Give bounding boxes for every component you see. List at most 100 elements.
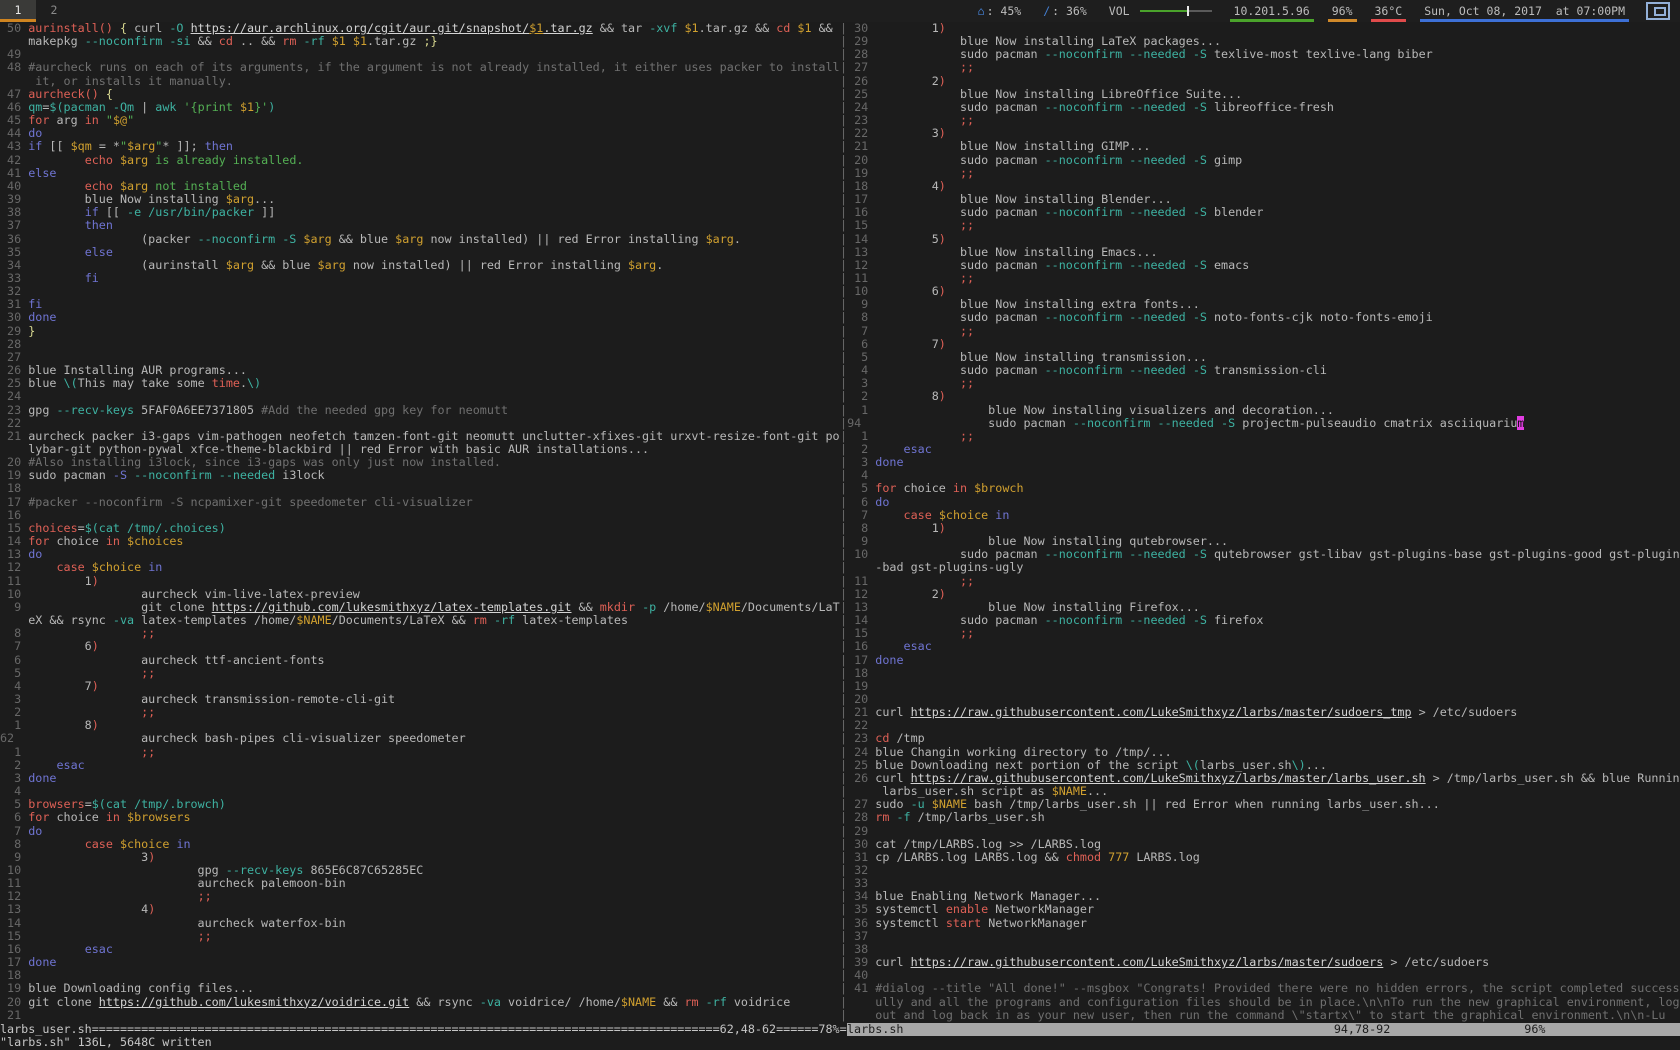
window-separator[interactable]: | (840, 113, 847, 127)
window-separator[interactable]: | (840, 521, 847, 535)
window-separator[interactable]: | (840, 403, 847, 417)
window-separator[interactable]: | (840, 626, 847, 640)
window-separator[interactable]: | (840, 718, 847, 732)
window-separator[interactable]: | (840, 824, 847, 838)
window-separator[interactable]: | (840, 205, 847, 219)
code-line[interactable]: | 15 ;; (840, 219, 1680, 232)
window-separator[interactable]: | (840, 600, 847, 614)
window-separator[interactable]: | (840, 758, 847, 772)
window-separator[interactable]: | (840, 376, 847, 390)
code-line[interactable]: 45 for arg in "$@" (0, 114, 847, 127)
code-line[interactable]: | 2 esac (840, 443, 1680, 456)
window-separator[interactable]: | (840, 942, 847, 956)
window-separator[interactable]: | (840, 968, 847, 982)
code-line[interactable]: | 7 ;; (840, 325, 1680, 338)
window-separator[interactable]: | (840, 74, 847, 88)
window-separator[interactable]: | (840, 153, 847, 167)
window-separator[interactable]: | (840, 981, 847, 995)
window-separator[interactable]: | (840, 34, 847, 48)
window-separator[interactable]: | (840, 508, 847, 522)
window-separator[interactable]: | (840, 337, 847, 351)
code-line[interactable]: 12 case $choice in (0, 561, 847, 574)
window-separator[interactable]: | (840, 139, 847, 153)
window-separator[interactable]: | (840, 297, 847, 311)
window-separator[interactable]: | (840, 679, 847, 693)
code-line[interactable]: 19 sudo pacman -S --noconfirm --needed i… (0, 469, 847, 482)
code-line[interactable]: | 32 (840, 864, 1680, 877)
window-separator[interactable]: | (840, 784, 847, 798)
window-separator[interactable]: | (840, 560, 847, 574)
code-line[interactable]: 20 git clone https://github.com/lukesmit… (0, 996, 847, 1009)
code-line[interactable]: it, or installs it manually. (0, 75, 847, 88)
window-separator[interactable]: | (840, 929, 847, 943)
window-separator[interactable]: | (840, 745, 847, 759)
window-separator[interactable]: | (840, 455, 847, 469)
window-separator[interactable]: | (840, 22, 847, 35)
code-line[interactable]: 2 esac (0, 759, 847, 772)
window-separator[interactable]: | (840, 495, 847, 509)
code-line[interactable]: | 21 curl https://raw.githubusercontent.… (840, 706, 1680, 719)
code-line[interactable]: 2 ;; (0, 706, 847, 719)
code-line[interactable]: 28 (0, 338, 847, 351)
window-separator[interactable]: | (840, 797, 847, 811)
workspace-button-1[interactable]: 1 (0, 0, 36, 22)
vim-pane-left[interactable]: 50 aurinstall() { curl -O https://aur.ar… (0, 22, 847, 1022)
code-line[interactable]: | 7 case $choice in (840, 509, 1680, 522)
window-separator[interactable]: | (840, 916, 847, 930)
code-line[interactable]: | 28 rm -f /tmp/larbs_user.sh (840, 811, 1680, 824)
window-separator[interactable]: | (840, 100, 847, 114)
code-line[interactable]: 23 gpg --recv-keys 5FAF0A6EE7371805 #Add… (0, 404, 847, 417)
code-line[interactable]: 29 } (0, 325, 847, 338)
code-line[interactable]: 34 (aurinstall $arg && blue $arg now ins… (0, 259, 847, 272)
code-line[interactable]: | 22 (840, 719, 1680, 732)
code-line[interactable]: 16 esac (0, 943, 847, 956)
window-separator[interactable]: | (840, 666, 847, 680)
window-separator[interactable]: | (840, 218, 847, 232)
window-separator[interactable]: | (840, 284, 847, 298)
window-separator[interactable]: | (840, 126, 847, 140)
window-separator[interactable]: | (840, 60, 847, 74)
workspace-button-2[interactable]: 2 (36, 0, 72, 22)
window-separator[interactable]: | (840, 350, 847, 364)
code-line[interactable]: | 3 ;; (840, 377, 1680, 390)
code-line[interactable]: 32 (0, 285, 847, 298)
window-separator[interactable]: | (840, 889, 847, 903)
window-separator[interactable]: | (840, 995, 847, 1009)
window-separator[interactable]: | (840, 547, 847, 561)
code-line[interactable]: 21 (0, 1009, 847, 1022)
code-line[interactable]: | 19 (840, 680, 1680, 693)
volume-block[interactable]: VOL (1098, 0, 1223, 22)
code-line[interactable]: | 16 esac (840, 640, 1680, 653)
code-line[interactable]: | 1 ;; (840, 430, 1680, 443)
code-line[interactable]: | 31 cp /LARBS.log LARBS.log && chmod 77… (840, 851, 1680, 864)
window-separator[interactable]: | (840, 166, 847, 180)
window-separator[interactable]: | (840, 837, 847, 851)
code-line[interactable]: | 11 ;; (840, 575, 1680, 588)
window-separator[interactable]: | (840, 534, 847, 548)
code-line[interactable]: | 3 done (840, 456, 1680, 469)
window-separator[interactable]: | (840, 692, 847, 706)
window-separator[interactable]: | (840, 574, 847, 588)
code-line[interactable]: 31 fi (0, 298, 847, 311)
code-line[interactable]: | 39 curl https://raw.githubusercontent.… (840, 956, 1680, 969)
window-separator[interactable]: | (840, 731, 847, 745)
window-separator[interactable]: | (840, 468, 847, 482)
code-line[interactable]: | 27 ;; (840, 61, 1680, 74)
window-separator[interactable]: | (840, 876, 847, 890)
window-separator[interactable]: | (840, 639, 847, 653)
window-separator[interactable]: | (840, 271, 847, 285)
window-separator[interactable]: | (840, 245, 847, 259)
window-separator[interactable]: | (840, 481, 847, 495)
window-separator[interactable]: | (840, 442, 847, 456)
code-line[interactable]: 6 for choice in $browsers (0, 811, 847, 824)
code-line[interactable]: 33 fi (0, 272, 847, 285)
window-separator[interactable]: | (840, 232, 847, 246)
code-line[interactable]: 38 if [[ -e /usr/bin/packer ]] (0, 206, 847, 219)
code-line[interactable]: | 37 (840, 930, 1680, 943)
window-separator[interactable]: | (840, 258, 847, 272)
code-line[interactable]: | 17 done (840, 654, 1680, 667)
window-separator[interactable]: | (840, 1008, 847, 1022)
window-separator[interactable]: | (840, 324, 847, 338)
window-separator[interactable]: | (840, 389, 847, 403)
code-line[interactable]: | 5 for choice in $browch (840, 482, 1680, 495)
